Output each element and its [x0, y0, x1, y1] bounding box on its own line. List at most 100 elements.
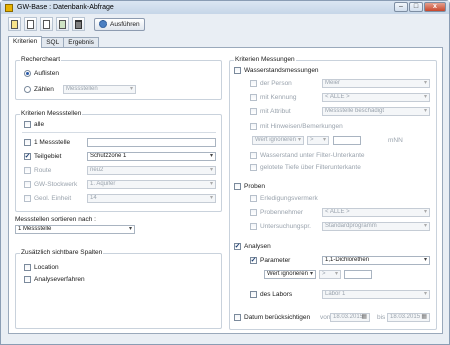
checkbox-analyseverfahren[interactable]: Analyseverfahren [24, 276, 85, 283]
checkbox-location[interactable]: Location [24, 264, 59, 271]
checkbox-hinweise[interactable]: mit Hinweisen/Bemerkungen [250, 123, 343, 130]
analyse-value-input[interactable] [344, 270, 372, 279]
checkbox-label: Route [34, 167, 52, 174]
maximize-button[interactable]: □ [409, 2, 423, 12]
gear-icon [99, 20, 107, 28]
checkbox-kennung[interactable]: mit Kennung [250, 94, 297, 101]
geol-einheit-select[interactable]: 14 [87, 194, 216, 203]
checkbox-labor[interactable]: des Labors [250, 291, 292, 298]
date-to-input[interactable]: 18.03.2015 [387, 313, 430, 322]
checkbox-icon [234, 183, 241, 190]
close-button[interactable]: x [424, 2, 446, 12]
checkbox-gw-stockwerk[interactable]: GW-Stockwerk [24, 181, 77, 188]
checkbox-icon [24, 167, 31, 174]
copy-document-icon[interactable] [40, 17, 53, 31]
checkbox-icon [250, 80, 257, 87]
radio-icon [24, 86, 31, 93]
checkbox-icon [24, 195, 31, 202]
app-icon [5, 3, 13, 12]
gw-stockwerk-select[interactable]: 1. Aquifer [87, 180, 216, 189]
teilgebiet-select[interactable]: Schutzzone 1 [87, 152, 216, 161]
checkbox-untersuchungspr[interactable]: Untersuchungspr. [250, 223, 311, 230]
kennung-select[interactable]: < ALLE > [322, 93, 430, 102]
open-folder-icon[interactable] [8, 17, 21, 31]
checkbox-person[interactable]: der Person [250, 80, 292, 87]
checkbox-proben[interactable]: Proben [234, 183, 265, 190]
sort-label: Messstellen sortieren nach : [15, 216, 96, 223]
messstelle-input[interactable] [87, 138, 216, 147]
status-bar [1, 334, 449, 344]
checkbox-icon [250, 209, 257, 216]
checkbox-icon [234, 67, 241, 74]
checkbox-label: Probennehmer [260, 209, 303, 216]
wasser-wert-select[interactable]: Wert ignorieren [252, 136, 304, 145]
checkbox-icon [250, 164, 257, 171]
checkbox-icon [24, 181, 31, 188]
checkmark-icon: ✓ [250, 256, 257, 264]
radio-zaehlen-label: Zählen [34, 86, 54, 93]
toolbar: Ausführen [2, 15, 448, 33]
main-window: GW-Base : Datenbank-Abfrage – □ x Ausfüh… [0, 0, 450, 345]
divider [22, 132, 216, 133]
run-query-button[interactable]: Ausführen [94, 17, 145, 31]
save-document-icon[interactable] [56, 17, 69, 31]
checkbox-datum[interactable]: Datum berücksichtigen [234, 314, 310, 321]
parameter-select[interactable]: 1,1-Dichlorethen [322, 256, 430, 265]
person-select[interactable]: Meier [322, 79, 430, 88]
checkbox-label: gelotete Tiefe über Filterunterkante [260, 164, 361, 171]
sort-select[interactable]: 1 Messstelle [15, 225, 135, 234]
minimize-button[interactable]: – [394, 2, 408, 12]
wasser-operator-select[interactable]: > [307, 136, 329, 145]
station-criteria-title: Kriterien Messstellen [20, 110, 83, 117]
checkbox-alle[interactable]: alle [24, 121, 44, 128]
checkbox-icon [250, 195, 257, 202]
route-select[interactable]: neu2 [87, 166, 216, 175]
checkbox-geol-einheit[interactable]: Geol. Einheit [24, 195, 71, 202]
wasser-value-input[interactable] [333, 136, 361, 145]
measurement-criteria-title: Kriterien Messungen [234, 56, 296, 63]
extra-columns-title: Zusätzlich sichtbare Spalten [20, 249, 104, 256]
checkbox-label: Wasserstandsmessungen [244, 67, 319, 74]
analyse-operator-select[interactable]: > [319, 270, 341, 279]
measurement-criteria-group: Kriterien Messungen Wasserstandsmessunge… [229, 56, 437, 330]
new-document-icon[interactable] [24, 17, 37, 31]
station-criteria-group: Kriterien Messstellen alle 1 Messstelle … [15, 110, 222, 212]
checkbox-label: Proben [244, 183, 265, 190]
checkbox-attribut[interactable]: mit Attribut [250, 108, 291, 115]
checkbox-label: mit Hinweisen/Bemerkungen [260, 123, 343, 130]
checkbox-erledigung[interactable]: Erledigungsvermerk [250, 195, 318, 202]
checkbox-analysen[interactable]: ✓ Analysen [234, 243, 271, 250]
checkbox-wasserstand[interactable]: Wasserstandsmessungen [234, 67, 319, 74]
probennehmer-select[interactable]: < ALLE > [322, 208, 430, 217]
radio-auflisten-label: Auflisten [34, 70, 59, 77]
checkbox-route[interactable]: Route [24, 167, 51, 174]
tab-kriterien[interactable]: Kriterien [8, 36, 43, 48]
checkbox-parameter[interactable]: ✓ Parameter [250, 257, 290, 264]
checkbox-label: der Person [260, 80, 292, 87]
labor-select[interactable]: Labor 1 [322, 290, 430, 299]
checkbox-icon [250, 152, 257, 159]
radio-auflisten[interactable]: Auflisten [24, 70, 59, 77]
delete-icon[interactable] [72, 17, 85, 31]
title-bar: GW-Base : Datenbank-Abfrage – □ x [1, 1, 449, 14]
von-label: von [320, 314, 331, 321]
checkbox-probennehmer[interactable]: Probennehmer [250, 209, 303, 216]
checkbox-icon [24, 139, 31, 146]
search-type-title: Recherche­art [20, 56, 62, 63]
attribut-select[interactable]: Messstelle beschädigt [322, 107, 430, 116]
window-title: GW-Base : Datenbank-Abfrage [17, 4, 114, 11]
date-from-input[interactable]: 18.03.2015 [330, 313, 370, 322]
checkbox-icon [24, 276, 31, 283]
checkbox-teilgebiet[interactable]: ✓ Teilgebiet [24, 153, 61, 160]
checkbox-unter-filter[interactable]: Wasserstand unter Filter-Unterkante [250, 152, 365, 159]
analyse-wert-select[interactable]: Wert ignorieren [264, 270, 316, 279]
checkbox-label: Analysen [244, 243, 271, 250]
checkbox-1-messstelle[interactable]: 1 Messstelle [24, 139, 70, 146]
checkbox-icon [250, 108, 257, 115]
untersuchungspr-select[interactable]: Standardprogramm [322, 222, 430, 231]
checkbox-label: Parameter [260, 257, 291, 264]
bis-label: bis [377, 314, 386, 321]
radio-zaehlen[interactable]: Zählen [24, 86, 54, 93]
count-select[interactable]: Messstellen [63, 85, 136, 94]
checkbox-gelotete-tiefe[interactable]: gelotete Tiefe über Filterunterkante [250, 164, 361, 171]
